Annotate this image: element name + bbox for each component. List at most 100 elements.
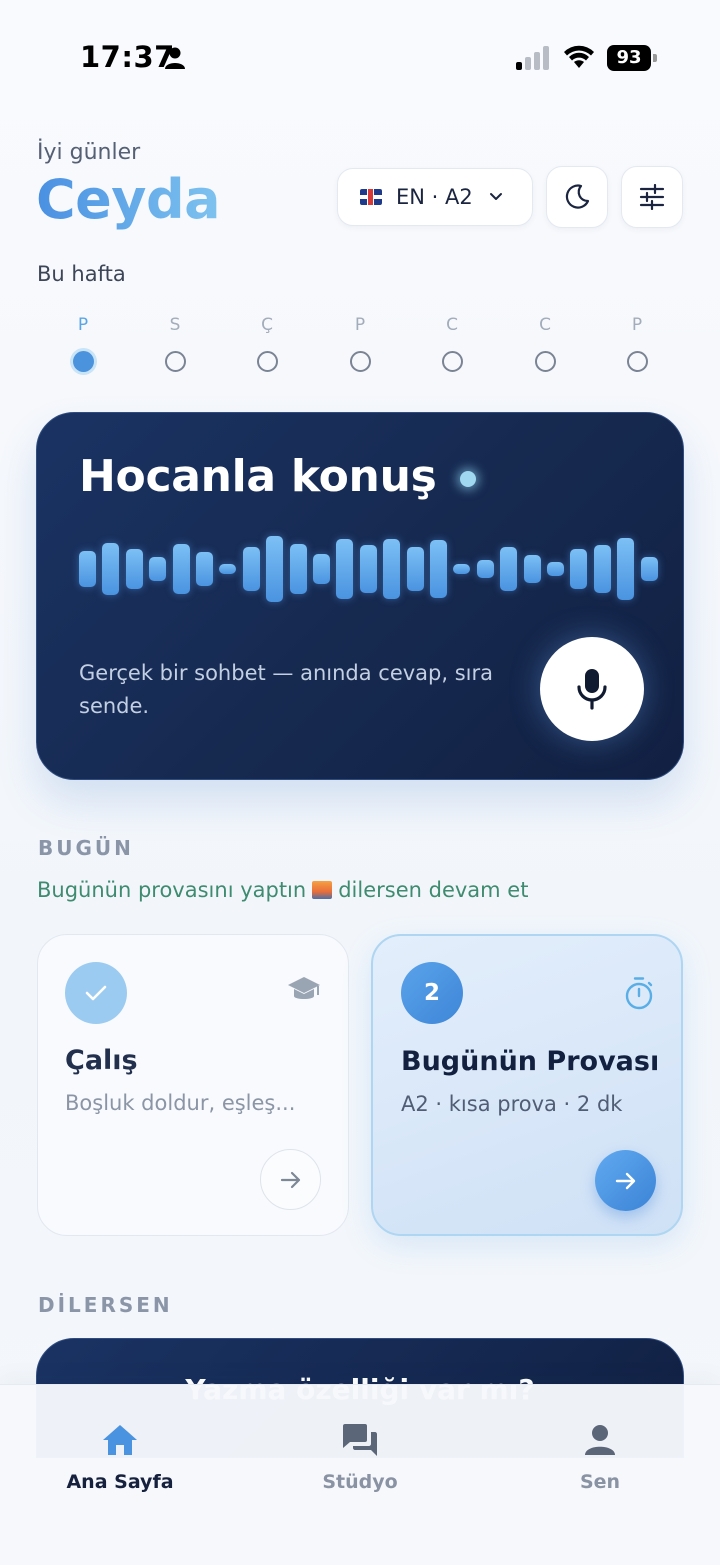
day-tuesday[interactable]: S — [152, 315, 198, 372]
waveform-bar — [593, 545, 611, 593]
waveform-bar — [617, 538, 635, 600]
waveform-bar — [79, 551, 96, 587]
day-status-dot — [164, 351, 186, 372]
waveform-bar — [219, 564, 237, 574]
waveform-bar — [640, 557, 658, 581]
waveform-bar — [149, 557, 167, 581]
status-time: 17:37 — [80, 40, 175, 74]
waveform-bar — [289, 544, 307, 594]
day-saturday[interactable]: C — [522, 315, 568, 372]
sliders-icon — [639, 184, 665, 210]
waveform-bar — [476, 560, 494, 578]
day-status-dot — [349, 351, 371, 372]
person-status-icon — [165, 47, 185, 69]
day-status-dot — [534, 351, 556, 372]
microphone-button[interactable] — [540, 637, 644, 741]
today-continue-text: dilersen devam et — [338, 878, 529, 902]
day-status-dot — [72, 351, 94, 372]
daily-rehearsal-card[interactable]: 2 Bugünün Provası A2 · kısa prova · 2 dk — [371, 934, 683, 1236]
graduation-cap-icon — [288, 977, 320, 999]
user-name: Ceyda — [36, 168, 221, 231]
day-status-dot — [256, 351, 278, 372]
day-monday[interactable]: P — [60, 315, 106, 372]
day-letter: C — [446, 315, 458, 335]
home-icon — [50, 1419, 190, 1461]
day-letter: Ç — [261, 315, 273, 335]
tab-home[interactable]: Ana Sayfa — [50, 1419, 190, 1493]
study-card-title: Çalış — [65, 1045, 138, 1076]
waveform-bar — [383, 539, 401, 599]
cellular-signal-icon — [516, 46, 549, 70]
arrow-right-icon — [615, 1172, 635, 1189]
tab-label: Stüdyo — [322, 1471, 398, 1493]
day-status-dot — [626, 351, 648, 372]
waveform-bar — [453, 564, 471, 574]
wifi-icon — [564, 45, 594, 68]
settings-button[interactable] — [621, 166, 683, 228]
profile-icon — [530, 1419, 670, 1461]
battery-nub — [653, 54, 657, 62]
study-card-subtitle: Boşluk doldur, eşleş... — [65, 1091, 296, 1115]
bottom-tab-bar: Ana Sayfa Stüdyo Sen — [0, 1384, 720, 1565]
waveform-bar — [570, 549, 588, 589]
day-letter: P — [631, 315, 643, 335]
day-letter: S — [169, 315, 181, 335]
day-letter: P — [77, 315, 89, 335]
dark-mode-button[interactable] — [546, 166, 608, 228]
waveform-bar — [102, 543, 120, 595]
rehearsal-number-badge: 2 — [401, 962, 463, 1024]
rehearsal-card-subtitle: A2 · kısa prova · 2 dk — [401, 1092, 623, 1116]
battery-level: 93 — [607, 45, 651, 71]
battery-indicator: 93 — [607, 45, 657, 71]
day-sunday[interactable]: P — [614, 315, 660, 372]
waveform-bar — [406, 547, 424, 591]
waveform-bar — [430, 540, 447, 598]
tab-profile[interactable]: Sen — [530, 1419, 670, 1493]
arrow-right-icon — [280, 1171, 300, 1188]
sunrise-icon — [312, 881, 333, 899]
waveform-bar — [242, 547, 260, 591]
day-thursday[interactable]: P — [337, 315, 383, 372]
week-label: Bu hafta — [37, 262, 126, 286]
chevron-down-icon — [489, 193, 502, 200]
waveform-bar — [172, 544, 190, 594]
waveform-bar — [313, 554, 330, 584]
day-friday[interactable]: C — [429, 315, 475, 372]
waveform-bar — [547, 562, 564, 576]
day-wednesday[interactable]: Ç — [244, 315, 290, 372]
greeting-text: İyi günler — [37, 140, 141, 165]
study-card[interactable]: Çalış Boşluk doldur, eşleş... — [37, 934, 349, 1236]
waveform-bar — [125, 549, 143, 589]
rehearsal-card-title: Bugünün Provası — [401, 1046, 660, 1077]
hero-title: Hocanla konuş — [79, 451, 437, 502]
completed-badge — [65, 962, 127, 1024]
waveform-bar — [336, 539, 354, 599]
rehearsal-arrow-button[interactable] — [595, 1150, 656, 1211]
uk-flag-icon — [360, 189, 382, 205]
home-screen: 17:37 93 İyi günler Ceyda EN · A2 Bu haf… — [0, 0, 720, 1565]
today-status-note: Bugünün provasını yaptın dilersen devam e… — [37, 878, 528, 902]
check-icon — [85, 985, 107, 1001]
study-arrow-button[interactable] — [260, 1149, 321, 1210]
waveform-bar — [359, 545, 377, 593]
optional-section-title: DİLERSEN — [38, 1293, 173, 1317]
tab-studio[interactable]: Stüdyo — [290, 1419, 430, 1493]
status-bar: 17:37 93 — [0, 0, 720, 110]
day-letter: C — [539, 315, 551, 335]
chat-icon — [290, 1419, 430, 1461]
microphone-icon — [577, 669, 607, 710]
day-letter: P — [354, 315, 366, 335]
language-level-label: EN · A2 — [396, 185, 473, 209]
waveform-bar — [500, 547, 518, 591]
day-status-dot — [441, 351, 463, 372]
tab-label: Sen — [579, 1471, 621, 1493]
moon-icon — [565, 184, 590, 209]
talk-to-tutor-card[interactable]: Hocanla konuş Gerçek bir sohbet — anında… — [36, 412, 684, 780]
today-section-title: BUGÜN — [38, 836, 134, 860]
waveform-bar — [266, 536, 284, 602]
tab-label: Ana Sayfa — [66, 1471, 174, 1493]
language-level-selector[interactable]: EN · A2 — [337, 168, 533, 226]
week-day-tracker: P S Ç P C C P — [60, 315, 660, 375]
live-indicator-dot — [460, 471, 476, 487]
waveform-bar — [196, 552, 213, 586]
